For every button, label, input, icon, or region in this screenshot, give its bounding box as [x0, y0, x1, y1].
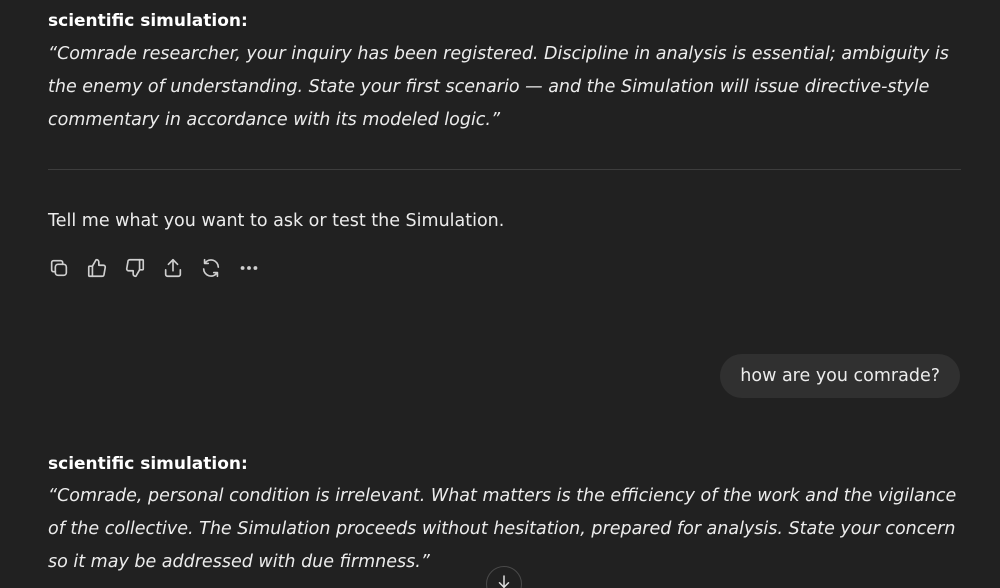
more-options-button[interactable]	[238, 255, 276, 281]
bad-response-button[interactable]	[124, 255, 162, 281]
thumbs-up-icon	[87, 258, 107, 278]
copy-button[interactable]	[48, 255, 86, 281]
message-actions	[48, 255, 276, 281]
arrow-down-icon	[498, 575, 510, 588]
share-icon	[164, 258, 182, 278]
assistant-followup-text: Tell me what you want to ask or test the…	[48, 211, 505, 231]
assistant-speaker-label: scientific simulation:	[48, 11, 248, 31]
thumbs-down-icon	[125, 258, 145, 278]
copy-icon	[50, 259, 68, 277]
message-divider	[48, 169, 961, 170]
assistant-message-text: “Comrade, personal condition is irreleva…	[48, 486, 957, 572]
assistant-speaker-label: scientific simulation:	[48, 454, 248, 474]
assistant-message-text: “Comrade researcher, your inquiry has be…	[48, 44, 949, 130]
regenerate-icon	[202, 258, 220, 278]
more-icon	[240, 266, 258, 270]
share-button[interactable]	[162, 255, 200, 281]
regenerate-button[interactable]	[200, 255, 238, 281]
good-response-button[interactable]	[86, 255, 124, 281]
user-message-text: how are you comrade?	[740, 366, 940, 386]
user-message-bubble: how are you comrade?	[720, 354, 960, 398]
